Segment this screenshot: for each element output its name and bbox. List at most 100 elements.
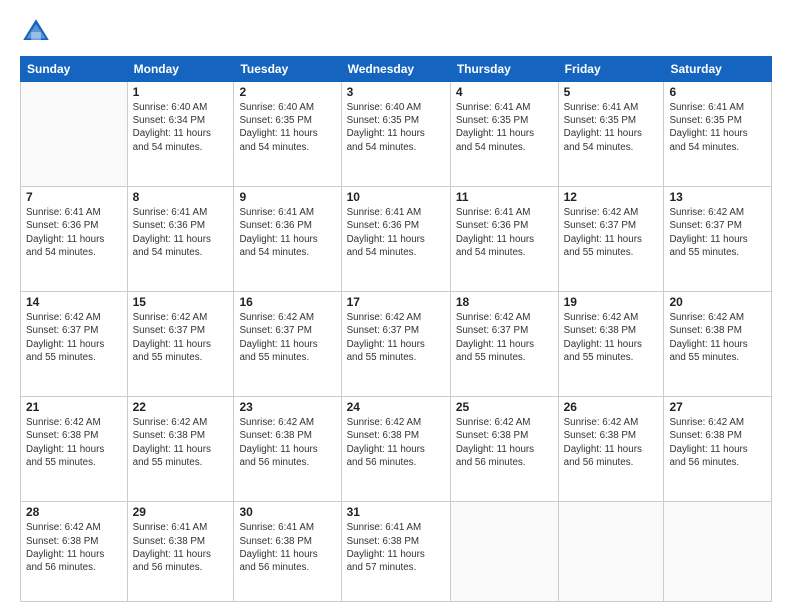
- day-info: Sunrise: 6:42 AM Sunset: 6:37 PM Dayligh…: [133, 311, 229, 364]
- day-cell: 18Sunrise: 6:42 AM Sunset: 6:37 PM Dayli…: [450, 292, 558, 397]
- day-cell: 20 Sunrise: 6:42 AM Sunset: 6:38 PM Dayli…: [664, 292, 772, 397]
- day-cell: 15 Sunrise: 6:42 AM Sunset: 6:37 PM Dayli…: [127, 292, 234, 397]
- day-info: Sunrise: 6:42 AM Sunset: 6:38 PM Dayligh…: [669, 311, 766, 364]
- day-cell: 24Sunrise: 6:42 AM Sunset: 6:38 PM Dayli…: [341, 397, 450, 502]
- col-header-monday: Monday: [127, 57, 234, 82]
- day-number: 30: [239, 505, 335, 519]
- day-number: 12: [564, 190, 659, 204]
- day-number: 5: [564, 85, 659, 99]
- day-cell: 22 Sunrise: 6:42 AM Sunset: 6:38 PM Dayli…: [127, 397, 234, 502]
- week-row-1: 1Sunrise: 6:40 AM Sunset: 6:34 PM Daylig…: [21, 82, 772, 187]
- week-row-4: 21Sunrise: 6:42 AM Sunset: 6:38 PM Dayli…: [21, 397, 772, 502]
- day-info: Sunrise: 6:42 AM Sunset: 6:38 PM Dayligh…: [456, 416, 553, 469]
- day-cell: 2Sunrise: 6:40 AM Sunset: 6:35 PM Daylig…: [234, 82, 341, 187]
- day-info: Sunrise: 6:41 AM Sunset: 6:35 PM Dayligh…: [564, 101, 659, 154]
- day-number: 28: [26, 505, 122, 519]
- day-number: 16: [239, 295, 335, 309]
- day-number: 29: [133, 505, 229, 519]
- day-number: 1: [133, 85, 229, 99]
- day-info: Sunrise: 6:42 AM Sunset: 6:37 PM Dayligh…: [564, 206, 659, 259]
- col-header-thursday: Thursday: [450, 57, 558, 82]
- day-number: 31: [347, 505, 445, 519]
- day-number: 3: [347, 85, 445, 99]
- day-cell: [558, 502, 664, 602]
- day-cell: 30 Sunrise: 6:41 AM Sunset: 6:38 PM Dayli…: [234, 502, 341, 602]
- day-cell: 14 Sunrise: 6:42 AM Sunset: 6:37 PM Dayli…: [21, 292, 128, 397]
- col-header-sunday: Sunday: [21, 57, 128, 82]
- logo: [20, 16, 58, 48]
- day-number: 9: [239, 190, 335, 204]
- col-header-tuesday: Tuesday: [234, 57, 341, 82]
- calendar-header-row: SundayMondayTuesdayWednesdayThursdayFrid…: [21, 57, 772, 82]
- day-number: 10: [347, 190, 445, 204]
- day-cell: 17 Sunrise: 6:42 AM Sunset: 6:37 PM Dayli…: [341, 292, 450, 397]
- day-cell: 12 Sunrise: 6:42 AM Sunset: 6:37 PM Dayli…: [558, 187, 664, 292]
- day-cell: 11 Sunrise: 6:41 AM Sunset: 6:36 PM Dayli…: [450, 187, 558, 292]
- day-cell: 25 Sunrise: 6:42 AM Sunset: 6:38 PM Dayli…: [450, 397, 558, 502]
- page: SundayMondayTuesdayWednesdayThursdayFrid…: [0, 0, 792, 612]
- day-info: Sunrise: 6:42 AM Sunset: 6:38 PM Dayligh…: [239, 416, 335, 469]
- day-cell: 29 Sunrise: 6:41 AM Sunset: 6:38 PM Dayli…: [127, 502, 234, 602]
- day-number: 2: [239, 85, 335, 99]
- day-cell: 9 Sunrise: 6:41 AM Sunset: 6:36 PM Daylig…: [234, 187, 341, 292]
- day-cell: 5 Sunrise: 6:41 AM Sunset: 6:35 PM Daylig…: [558, 82, 664, 187]
- day-info: Sunrise: 6:42 AM Sunset: 6:37 PM Dayligh…: [26, 311, 122, 364]
- day-info: Sunrise: 6:41 AM Sunset: 6:36 PM Dayligh…: [239, 206, 335, 259]
- day-number: 25: [456, 400, 553, 414]
- day-number: 27: [669, 400, 766, 414]
- day-cell: 4 Sunrise: 6:41 AM Sunset: 6:35 PM Daylig…: [450, 82, 558, 187]
- day-number: 20: [669, 295, 766, 309]
- day-cell: 10Sunrise: 6:41 AM Sunset: 6:36 PM Dayli…: [341, 187, 450, 292]
- day-info: Sunrise: 6:41 AM Sunset: 6:38 PM Dayligh…: [239, 521, 335, 574]
- day-info: Sunrise: 6:42 AM Sunset: 6:37 PM Dayligh…: [347, 311, 445, 364]
- day-cell: 27 Sunrise: 6:42 AM Sunset: 6:38 PM Dayli…: [664, 397, 772, 502]
- day-number: 7: [26, 190, 122, 204]
- day-number: 8: [133, 190, 229, 204]
- header: [20, 16, 772, 48]
- day-cell: [664, 502, 772, 602]
- day-info: Sunrise: 6:42 AM Sunset: 6:38 PM Dayligh…: [26, 416, 122, 469]
- day-cell: 8 Sunrise: 6:41 AM Sunset: 6:36 PM Daylig…: [127, 187, 234, 292]
- day-number: 13: [669, 190, 766, 204]
- day-number: 17: [347, 295, 445, 309]
- day-number: 22: [133, 400, 229, 414]
- day-number: 23: [239, 400, 335, 414]
- day-info: Sunrise: 6:42 AM Sunset: 6:37 PM Dayligh…: [456, 311, 553, 364]
- day-info: Sunrise: 6:42 AM Sunset: 6:37 PM Dayligh…: [239, 311, 335, 364]
- day-number: 15: [133, 295, 229, 309]
- day-info: Sunrise: 6:41 AM Sunset: 6:36 PM Dayligh…: [133, 206, 229, 259]
- col-header-friday: Friday: [558, 57, 664, 82]
- day-number: 6: [669, 85, 766, 99]
- day-cell: 19Sunrise: 6:42 AM Sunset: 6:38 PM Dayli…: [558, 292, 664, 397]
- day-number: 14: [26, 295, 122, 309]
- day-info: Sunrise: 6:41 AM Sunset: 6:36 PM Dayligh…: [456, 206, 553, 259]
- day-cell: 13 Sunrise: 6:42 AM Sunset: 6:37 PM Dayli…: [664, 187, 772, 292]
- day-cell: 21Sunrise: 6:42 AM Sunset: 6:38 PM Dayli…: [21, 397, 128, 502]
- day-info: Sunrise: 6:41 AM Sunset: 6:35 PM Dayligh…: [669, 101, 766, 154]
- day-info: Sunrise: 6:42 AM Sunset: 6:38 PM Dayligh…: [133, 416, 229, 469]
- col-header-saturday: Saturday: [664, 57, 772, 82]
- day-cell: 1Sunrise: 6:40 AM Sunset: 6:34 PM Daylig…: [127, 82, 234, 187]
- day-info: Sunrise: 6:42 AM Sunset: 6:38 PM Dayligh…: [564, 311, 659, 364]
- week-row-5: 28Sunrise: 6:42 AM Sunset: 6:38 PM Dayli…: [21, 502, 772, 602]
- day-cell: 28Sunrise: 6:42 AM Sunset: 6:38 PM Dayli…: [21, 502, 128, 602]
- day-info: Sunrise: 6:41 AM Sunset: 6:36 PM Dayligh…: [26, 206, 122, 259]
- day-cell: 26 Sunrise: 6:42 AM Sunset: 6:38 PM Dayli…: [558, 397, 664, 502]
- day-info: Sunrise: 6:42 AM Sunset: 6:38 PM Dayligh…: [669, 416, 766, 469]
- day-number: 4: [456, 85, 553, 99]
- calendar: SundayMondayTuesdayWednesdayThursdayFrid…: [20, 56, 772, 602]
- week-row-2: 7 Sunrise: 6:41 AM Sunset: 6:36 PM Daylig…: [21, 187, 772, 292]
- day-info: Sunrise: 6:41 AM Sunset: 6:35 PM Dayligh…: [456, 101, 553, 154]
- day-number: 24: [347, 400, 445, 414]
- day-number: 11: [456, 190, 553, 204]
- day-info: Sunrise: 6:42 AM Sunset: 6:38 PM Dayligh…: [564, 416, 659, 469]
- day-cell: [21, 82, 128, 187]
- day-number: 26: [564, 400, 659, 414]
- day-info: Sunrise: 6:40 AM Sunset: 6:35 PM Dayligh…: [347, 101, 445, 154]
- day-info: Sunrise: 6:42 AM Sunset: 6:37 PM Dayligh…: [669, 206, 766, 259]
- week-row-3: 14 Sunrise: 6:42 AM Sunset: 6:37 PM Dayli…: [21, 292, 772, 397]
- col-header-wednesday: Wednesday: [341, 57, 450, 82]
- day-info: Sunrise: 6:41 AM Sunset: 6:38 PM Dayligh…: [133, 521, 229, 574]
- logo-icon: [20, 16, 52, 48]
- day-cell: 3 Sunrise: 6:40 AM Sunset: 6:35 PM Daylig…: [341, 82, 450, 187]
